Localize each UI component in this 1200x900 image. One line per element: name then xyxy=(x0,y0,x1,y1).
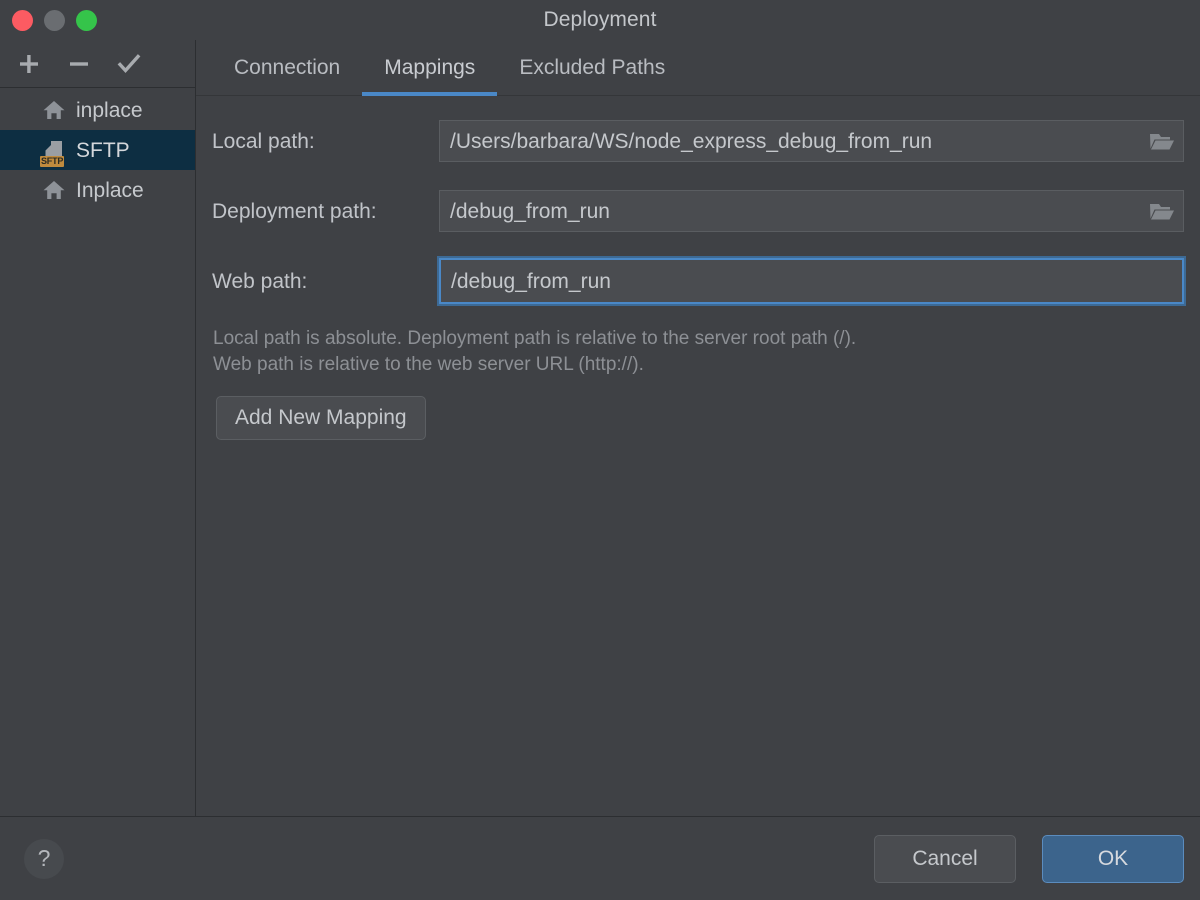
server-item-label: SFTP xyxy=(76,140,130,161)
zoom-window-button[interactable] xyxy=(76,10,97,31)
home-icon xyxy=(42,178,66,202)
sftp-badge: SFTP xyxy=(40,156,64,167)
server-item-label: Inplace xyxy=(76,180,144,201)
folder-open-icon xyxy=(1148,199,1176,223)
plus-icon xyxy=(16,51,42,77)
add-server-button[interactable] xyxy=(4,42,54,86)
local-path-input[interactable]: /Users/barbara/WS/node_express_debug_fro… xyxy=(439,120,1184,162)
dialog-body: inplace SFTP SFTP xyxy=(0,40,1200,816)
minus-icon xyxy=(66,51,92,77)
server-item-sftp[interactable]: SFTP SFTP xyxy=(0,130,195,170)
add-new-mapping-button[interactable]: Add New Mapping xyxy=(216,396,426,440)
content-pane: Connection Mappings Excluded Paths Local… xyxy=(196,40,1200,816)
deployment-path-browse-button[interactable] xyxy=(1145,194,1179,228)
hint-line-1: Local path is absolute. Deployment path … xyxy=(213,326,1184,352)
minimize-window-button[interactable] xyxy=(44,10,65,31)
mappings-hint: Local path is absolute. Deployment path … xyxy=(213,326,1184,378)
web-path-input[interactable]: /debug_from_run xyxy=(439,258,1184,304)
web-path-row: Web path: /debug_from_run xyxy=(212,260,1184,302)
server-sidebar: inplace SFTP SFTP xyxy=(0,40,196,816)
tab-connection[interactable]: Connection xyxy=(212,40,362,95)
local-path-label: Local path: xyxy=(212,131,439,152)
server-toolbar xyxy=(0,40,195,88)
dialog-footer: ? Cancel OK xyxy=(0,816,1200,900)
hint-line-2: Web path is relative to the web server U… xyxy=(213,352,1184,378)
server-item-inplace-2[interactable]: Inplace xyxy=(0,170,195,210)
server-item-inplace-1[interactable]: inplace xyxy=(0,90,195,130)
deployment-path-label: Deployment path: xyxy=(212,201,439,222)
tab-bar: Connection Mappings Excluded Paths xyxy=(196,40,1200,96)
local-path-row: Local path: /Users/barbara/WS/node_expre… xyxy=(212,120,1184,162)
set-default-server-button[interactable] xyxy=(104,42,154,86)
footer-actions: Cancel OK xyxy=(874,835,1184,883)
ok-button[interactable]: OK xyxy=(1042,835,1184,883)
help-button[interactable]: ? xyxy=(24,839,64,879)
check-icon xyxy=(115,51,143,77)
tab-excluded-paths[interactable]: Excluded Paths xyxy=(497,40,687,95)
folder-open-icon xyxy=(1148,129,1176,153)
local-path-browse-button[interactable] xyxy=(1145,124,1179,158)
local-path-value: /Users/barbara/WS/node_express_debug_fro… xyxy=(450,131,932,152)
server-item-label: inplace xyxy=(76,100,143,121)
title-bar: Deployment xyxy=(0,0,1200,40)
deployment-path-row: Deployment path: /debug_from_run xyxy=(212,190,1184,232)
mappings-form: Local path: /Users/barbara/WS/node_expre… xyxy=(196,96,1200,816)
window-title: Deployment xyxy=(0,0,1200,40)
deployment-path-value: /debug_from_run xyxy=(450,201,610,222)
tab-mappings[interactable]: Mappings xyxy=(362,40,497,95)
window-controls xyxy=(12,0,97,40)
close-window-button[interactable] xyxy=(12,10,33,31)
web-path-value: /debug_from_run xyxy=(451,271,611,292)
deployment-dialog: Deployment xyxy=(0,0,1200,900)
home-icon xyxy=(42,98,66,122)
cancel-button[interactable]: Cancel xyxy=(874,835,1016,883)
web-path-label: Web path: xyxy=(212,271,439,292)
remove-server-button[interactable] xyxy=(54,42,104,86)
server-list: inplace SFTP SFTP xyxy=(0,88,195,816)
sftp-document-icon: SFTP xyxy=(42,138,66,162)
deployment-path-input[interactable]: /debug_from_run xyxy=(439,190,1184,232)
